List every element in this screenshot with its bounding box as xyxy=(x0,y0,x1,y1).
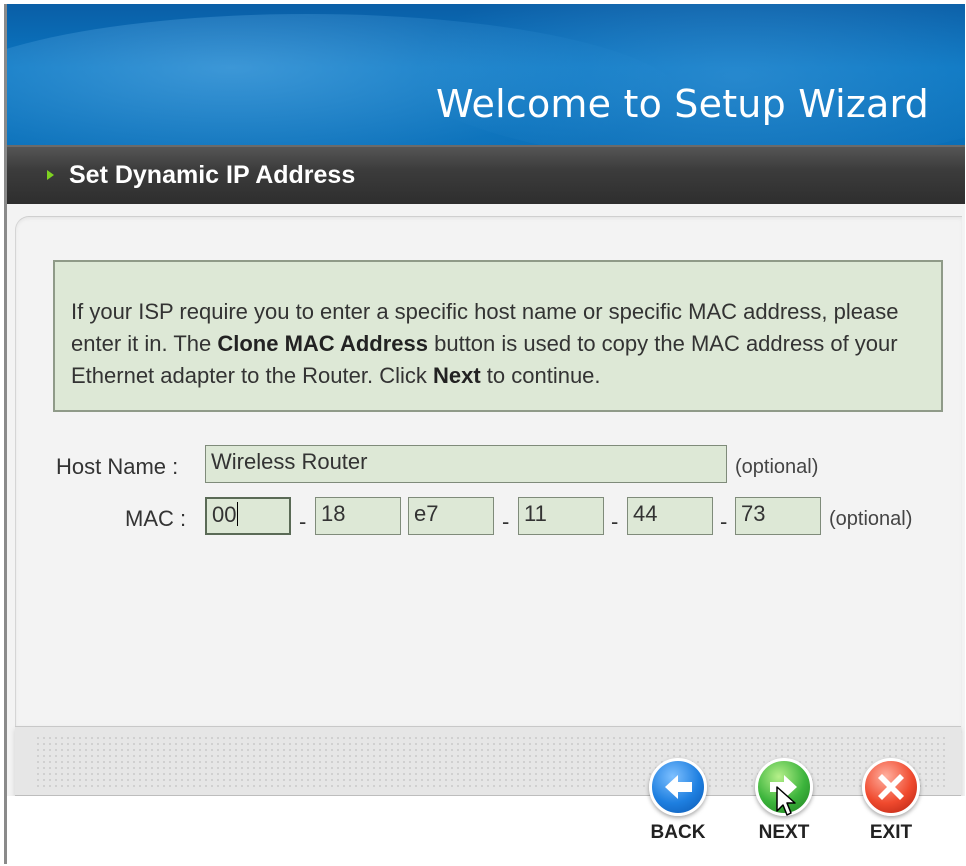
instructions-text: If your ISP require you to enter a speci… xyxy=(71,296,931,392)
mac-octet-2-input[interactable]: 18 xyxy=(315,497,401,535)
section-header: Set Dynamic IP Address xyxy=(7,145,965,204)
mac-octet-1-input[interactable]: 00 xyxy=(205,497,291,535)
mac-octet-2-value: 18 xyxy=(321,501,346,526)
mac-octet-1-value: 00 xyxy=(212,502,237,527)
mac-separator: - xyxy=(720,509,728,534)
wizard-title: Welcome to Setup Wizard xyxy=(435,82,929,126)
exit-button-label: EXIT xyxy=(869,822,913,843)
exit-button[interactable]: EXIT xyxy=(851,758,931,858)
section-title: Set Dynamic IP Address xyxy=(69,161,356,189)
text-caret xyxy=(237,502,239,526)
next-button-label: NEXT xyxy=(758,822,810,843)
mac-octet-5-input[interactable]: 44 xyxy=(627,497,713,535)
mac-octet-6-input[interactable]: 73 xyxy=(735,497,821,535)
mac-separator: - xyxy=(611,509,619,534)
clone-mac-emphasis: Clone MAC Address xyxy=(217,331,428,356)
arrow-left-icon xyxy=(665,775,692,799)
header-banner: Welcome to Setup Wizard xyxy=(7,4,965,145)
instructions-box: If your ISP require you to enter a speci… xyxy=(53,260,943,412)
host-name-input[interactable]: Wireless Router xyxy=(205,445,727,483)
host-name-value: Wireless Router xyxy=(211,449,368,474)
close-x-icon xyxy=(878,774,904,800)
next-emphasis: Next xyxy=(432,363,481,388)
mac-separator: - xyxy=(299,509,307,534)
mac-octet-5-value: 44 xyxy=(633,501,658,526)
back-button[interactable]: BACK xyxy=(638,758,718,858)
back-button-label: BACK xyxy=(650,822,706,843)
mac-optional-label: (optional) xyxy=(829,508,913,530)
triangle-right-icon xyxy=(47,170,54,180)
host-name-optional-label: (optional) xyxy=(735,456,819,478)
mac-octet-6-value: 73 xyxy=(741,501,766,526)
mac-separator: - xyxy=(502,509,510,534)
mac-label: MAC : xyxy=(125,506,187,531)
setup-wizard-window: Welcome to Setup Wizard Set Dynamic IP A… xyxy=(4,4,965,864)
mac-octet-4-input[interactable]: 11 xyxy=(518,497,604,535)
mouse-pointer-icon xyxy=(776,786,796,816)
mac-octet-3-value: e7 xyxy=(414,501,439,526)
mac-octet-3-input[interactable]: e7 xyxy=(408,497,494,535)
mac-octet-4-value: 11 xyxy=(524,501,547,526)
host-name-label: Host Name : xyxy=(56,454,179,479)
instructions-part-3: to continue. xyxy=(480,363,601,388)
